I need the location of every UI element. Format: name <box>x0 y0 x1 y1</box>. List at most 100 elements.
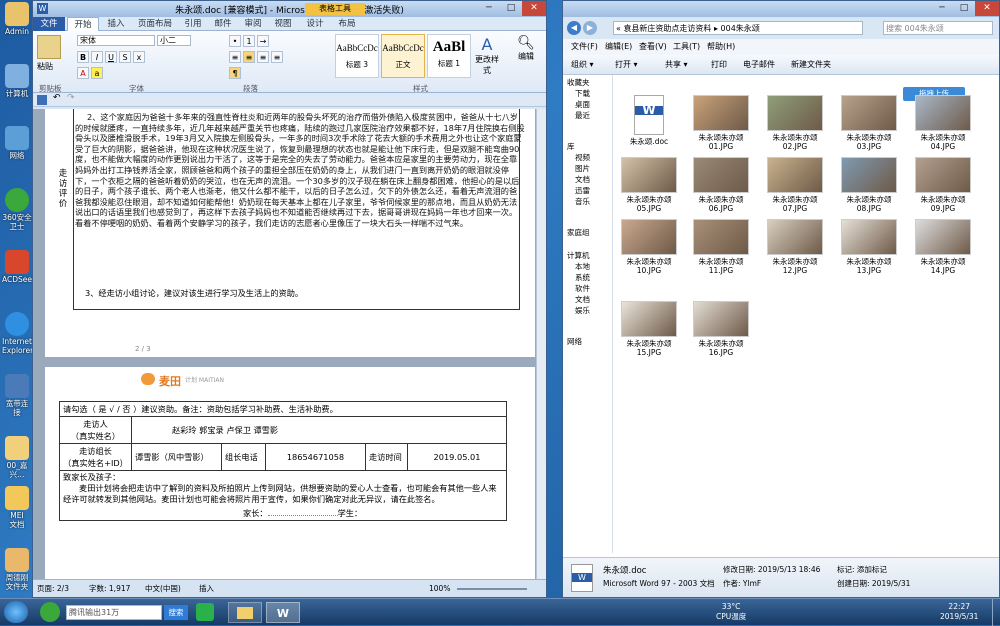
file-thumbnail[interactable]: 朱永颂朱亦颂 12.JPG <box>760 219 830 275</box>
address-bar[interactable]: « 袁县新庄资助点走访资料 ▸ 004朱永颂 <box>613 21 863 35</box>
paste-label[interactable]: 粘贴 <box>37 61 53 72</box>
status-language[interactable]: 中文(中国) <box>145 580 181 598</box>
nav-docs-drive[interactable]: 文档 <box>563 294 612 305</box>
file-thumbnail[interactable]: 朱永颂朱亦颂 09.JPG <box>908 157 978 213</box>
style-heading1[interactable]: AaBl 标题 1 <box>427 34 471 78</box>
visitor-names[interactable]: 赵彩玲 郭宝录 卢保卫 谭雪影 <box>131 416 507 444</box>
desktop-icon-acdsee[interactable]: ACDSee <box>2 250 32 284</box>
show-marks-button[interactable]: ¶ <box>229 67 241 79</box>
close-icon[interactable]: ✕ <box>522 1 546 16</box>
paste-icon[interactable] <box>37 35 61 59</box>
taskbar-360-icon[interactable] <box>40 602 60 622</box>
file-thumbnail[interactable]: 朱永颂朱亦颂 11.JPG <box>686 219 756 275</box>
file-doc[interactable]: W 朱永颂.doc <box>614 95 684 146</box>
align-left-button[interactable]: ≡ <box>229 51 241 63</box>
file-thumbnail[interactable]: 朱永颂朱亦颂 13.JPG <box>834 219 904 275</box>
email-button[interactable]: 电子邮件 <box>743 55 775 75</box>
font-name-select[interactable]: 宋体 <box>77 35 155 46</box>
file-thumbnail[interactable]: 朱永颂朱亦颂 15.JPG <box>614 301 684 357</box>
status-mode[interactable]: 插入 <box>199 580 214 598</box>
numbering-button[interactable]: 1 <box>243 35 255 47</box>
visit-date[interactable]: 2019.05.01 <box>407 443 507 471</box>
explorer-close-icon[interactable]: ✕ <box>975 1 999 16</box>
status-page[interactable]: 页面: 2/3 <box>37 580 69 598</box>
nav-homegroup[interactable]: 家庭组 <box>563 227 612 238</box>
justify-button[interactable]: ≡ <box>271 51 283 63</box>
file-thumbnail[interactable]: 朱永颂朱亦颂 07.JPG <box>760 157 830 213</box>
file-thumbnail[interactable]: 朱永颂朱亦颂 08.JPG <box>834 157 904 213</box>
nav-recent[interactable]: 最近 <box>563 110 612 121</box>
desktop-icon-doc[interactable]: MEI 文档 <box>2 486 32 529</box>
print-button[interactable]: 打印 <box>711 55 727 75</box>
taskbar-media-icon[interactable] <box>196 603 214 621</box>
file-thumbnail[interactable]: 朱永颂朱亦颂 04.JPG <box>908 95 978 151</box>
explorer-minimize-icon[interactable]: ─ <box>931 1 953 16</box>
strikethrough-button[interactable]: S <box>119 51 131 63</box>
bullets-button[interactable]: • <box>229 35 241 47</box>
bold-button[interactable]: B <box>77 51 89 63</box>
redo-icon[interactable]: ↷ <box>67 93 75 103</box>
file-thumbnail[interactable]: 朱永颂朱亦颂 10.JPG <box>614 219 684 275</box>
word-titlebar[interactable]: W 朱永颂.doc [兼容模式] - Microsoft Word(产品激活失败… <box>33 1 546 17</box>
file-thumbnail[interactable]: 朱永颂朱亦颂 02.JPG <box>760 95 830 151</box>
desktop-icon-network[interactable]: 网络 <box>2 126 32 160</box>
font-size-select[interactable]: 小二 <box>157 35 191 46</box>
desktop-icon-folder2[interactable]: 周德刚 文件夹 <box>2 548 32 591</box>
nav-software[interactable]: 软件 <box>563 283 612 294</box>
tab-mailings[interactable]: 邮件 <box>209 17 237 31</box>
italic-button[interactable]: I <box>91 51 103 63</box>
leader-name[interactable]: 谭雪影（风中雪影） <box>131 443 222 471</box>
highlight-button[interactable]: a <box>91 67 103 79</box>
status-words[interactable]: 字数: 1,917 <box>89 580 130 598</box>
word-window[interactable]: W 朱永颂.doc [兼容模式] - Microsoft Word(产品激活失败… <box>32 0 547 598</box>
file-thumbnail[interactable]: 朱永颂朱亦颂 03.JPG <box>834 95 904 151</box>
explorer-titlebar[interactable]: ─ □ ✕ <box>563 1 999 17</box>
new-folder-button[interactable]: 新建文件夹 <box>791 55 831 75</box>
tab-view[interactable]: 视图 <box>269 17 297 31</box>
nav-music[interactable]: 音乐 <box>563 196 612 207</box>
zoom-slider[interactable] <box>457 588 527 590</box>
menu-file[interactable]: 文件(F) <box>571 39 598 55</box>
tab-references[interactable]: 引用 <box>179 17 207 31</box>
taskbar-word-icon[interactable]: W <box>266 602 300 623</box>
nav-favorites[interactable]: 收藏夹 <box>563 77 612 88</box>
desktop-icon-admin[interactable]: Admin <box>2 2 32 36</box>
taskbar-search-button[interactable]: 搜索 <box>164 605 188 620</box>
desktop-icon-360[interactable]: 360安全 卫士 <box>2 188 32 231</box>
nav-entertainment[interactable]: 娱乐 <box>563 305 612 316</box>
nav-videos[interactable]: 视频 <box>563 152 612 163</box>
explorer-window[interactable]: ─ □ ✕ ◀ ▶ « 袁县新庄资助点走访资料 ▸ 004朱永颂 搜索 004朱… <box>562 0 1000 598</box>
leader-phone[interactable]: 18654671058 <box>265 443 366 471</box>
nav-network[interactable]: 网络 <box>563 336 612 347</box>
nav-libraries[interactable]: 库 <box>563 141 612 152</box>
menu-edit[interactable]: 编辑(E) <box>605 39 632 55</box>
tab-insert[interactable]: 插入 <box>101 17 131 31</box>
change-styles-button[interactable]: A 更改样式 <box>475 35 499 76</box>
nav-documents[interactable]: 文档 <box>563 174 612 185</box>
taskbar-explorer-icon[interactable] <box>228 602 262 623</box>
show-desktop-button[interactable] <box>992 599 1000 626</box>
save-icon[interactable] <box>37 95 47 105</box>
align-center-button[interactable]: ≡ <box>243 51 255 63</box>
nav-local-disk[interactable]: 本地 <box>563 261 612 272</box>
nav-thunder[interactable]: 迅雷 <box>563 185 612 196</box>
details-tags[interactable]: 标记: 添加标记 <box>837 564 887 575</box>
minimize-icon[interactable]: ─ <box>478 1 500 16</box>
subscript-button[interactable]: x <box>133 51 145 63</box>
underline-button[interactable]: U <box>105 51 117 63</box>
maximize-icon[interactable]: □ <box>500 1 522 16</box>
desktop-icon-folder[interactable]: 00_嘉 兴... <box>2 436 32 479</box>
taskbar-search-input[interactable]: 腾讯输出31万 <box>66 605 162 620</box>
explorer-maximize-icon[interactable]: □ <box>953 1 975 16</box>
file-thumbnail[interactable]: 朱永颂朱亦颂 05.JPG <box>614 157 684 213</box>
editing-button[interactable]: 🔍︎ 编辑 <box>511 35 541 62</box>
cpu-temp[interactable]: 33°C CPU温度 <box>716 602 746 622</box>
file-thumbnail[interactable]: 朱永颂朱亦颂 14.JPG <box>908 219 978 275</box>
style-heading3[interactable]: AaBbCcDc 标题 3 <box>335 34 379 78</box>
desktop-icon-broadband[interactable]: 宽带连 接 <box>2 374 32 417</box>
tab-review[interactable]: 审阅 <box>239 17 267 31</box>
back-icon[interactable]: ◀ <box>567 21 581 35</box>
nav-desktop[interactable]: 桌面 <box>563 99 612 110</box>
tab-file[interactable]: 文件 <box>33 17 65 31</box>
organize-button[interactable]: 组织 ▾ <box>571 55 594 75</box>
